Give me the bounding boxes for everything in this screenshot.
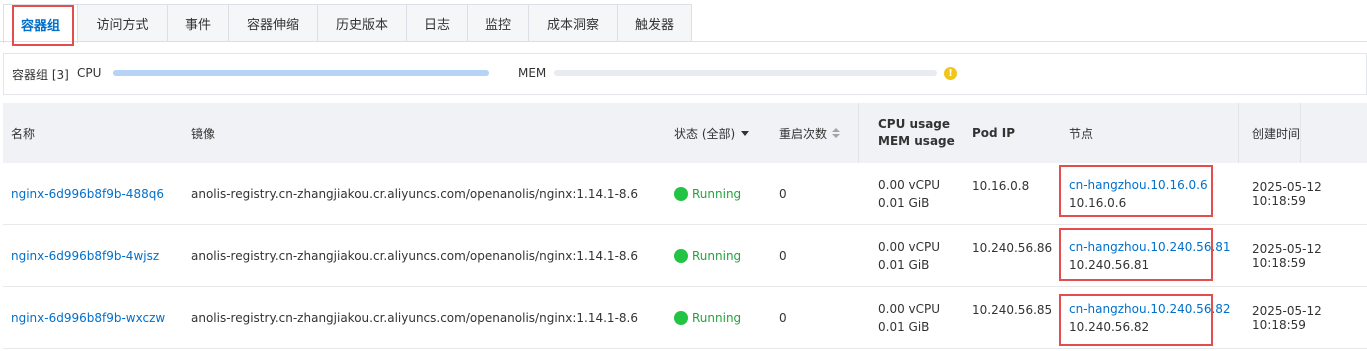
header-restarts-sort[interactable]: 重启次数	[779, 103, 841, 163]
tab-monitoring[interactable]: 监控	[468, 4, 529, 42]
pod-image: anolis-registry.cn-zhangjiakou.cr.aliyun…	[191, 187, 638, 201]
pod-mem-usage: 0.01 GiB	[878, 196, 930, 210]
column-divider	[1300, 103, 1301, 163]
table-header: 名称 镜像 状态 (全部) 重启次数 CPU usage MEM usage P…	[3, 103, 1367, 163]
cpu-label: CPU	[77, 66, 102, 80]
tab-cost-insight[interactable]: 成本洞察	[529, 4, 618, 42]
pods-count-label: 容器组 [3]	[12, 68, 69, 82]
tab-triggers[interactable]: 触发器	[618, 4, 692, 42]
header-status-filter[interactable]: 状态 (全部)	[674, 103, 750, 163]
mem-usage-bar	[554, 70, 937, 76]
pod-created-time: 2025-05-12 10:18:59	[1252, 180, 1322, 208]
tab-history-versions[interactable]: 历史版本	[318, 4, 407, 42]
node-highlight-box	[1059, 165, 1213, 217]
pod-name-link[interactable]: nginx-6d996b8f9b-488q6	[11, 163, 164, 225]
header-created: 创建时间	[1252, 126, 1301, 141]
pod-restarts: 0	[779, 249, 787, 263]
sort-icon	[832, 128, 841, 138]
tab-events[interactable]: 事件	[168, 4, 229, 42]
pod-image: anolis-registry.cn-zhangjiakou.cr.aliyun…	[191, 249, 638, 263]
pod-created-time: 2025-05-12 10:18:59	[1252, 304, 1322, 332]
header-mem-usage: MEM usage	[878, 134, 955, 148]
pod-ip: 10.240.56.85	[972, 303, 1053, 317]
mem-label: MEM	[518, 66, 547, 80]
tab-autoscaling[interactable]: 容器伸缩	[229, 4, 318, 42]
pod-status-text: Running	[692, 187, 742, 201]
pod-status-text: Running	[692, 311, 742, 325]
header-node: 节点	[1069, 126, 1094, 141]
header-usage: CPU usage MEM usage	[878, 103, 955, 163]
header-name: 名称	[11, 126, 36, 141]
pod-status: Running	[674, 163, 741, 225]
pod-ip: 10.16.0.8	[972, 179, 1030, 193]
resource-summary-bar: 容器组 [3] CPU MEM !	[3, 53, 1367, 95]
pod-ip: 10.240.56.86	[972, 241, 1053, 255]
pod-image: anolis-registry.cn-zhangjiakou.cr.aliyun…	[191, 311, 638, 325]
header-image: 镜像	[191, 126, 216, 141]
node-highlight-box	[1059, 294, 1213, 346]
pod-name-link[interactable]: nginx-6d996b8f9b-wxczw	[11, 287, 165, 349]
pod-cpu-usage: 0.00 vCPU	[878, 178, 941, 192]
pod-usage: 0.00 vCPU 0.01 GiB	[878, 225, 940, 287]
running-status-icon	[674, 249, 688, 263]
node-highlight-box	[1059, 228, 1213, 281]
column-divider	[1238, 103, 1239, 163]
active-tab-highlight-box	[12, 5, 74, 46]
column-divider	[858, 103, 859, 163]
running-status-icon	[674, 187, 688, 201]
running-status-icon	[674, 311, 688, 325]
pod-usage: 0.00 vCPU 0.01 GiB	[878, 163, 940, 225]
header-status-label: 状态 (全部)	[674, 126, 736, 141]
tab-logs[interactable]: 日志	[407, 4, 468, 42]
tab-access-method[interactable]: 访问方式	[78, 4, 168, 42]
pod-status: Running	[674, 225, 741, 287]
pod-mem-usage: 0.01 GiB	[878, 258, 930, 272]
pod-mem-usage: 0.01 GiB	[878, 320, 930, 334]
caret-down-icon	[741, 130, 750, 136]
pod-name-link[interactable]: nginx-6d996b8f9b-4wjsz	[11, 225, 159, 287]
pod-cpu-usage: 0.00 vCPU	[878, 302, 941, 316]
cpu-usage-fill	[113, 70, 489, 76]
header-cpu-usage: CPU usage	[878, 117, 951, 131]
tab-bar: 容器组 访问方式 事件 容器伸缩 历史版本 日志 监控 成本洞察 触发器	[0, 0, 1367, 46]
pod-restarts: 0	[779, 311, 787, 325]
header-restarts-label: 重启次数	[779, 126, 828, 141]
cpu-usage-bar	[113, 70, 489, 76]
pod-cpu-usage: 0.00 vCPU	[878, 240, 941, 254]
pod-created-time: 2025-05-12 10:18:59	[1252, 242, 1322, 270]
pod-status-text: Running	[692, 249, 742, 263]
warning-icon[interactable]: !	[944, 67, 957, 80]
tabs-divider	[0, 41, 1367, 42]
header-pod-ip: Pod IP	[972, 126, 1016, 140]
pod-restarts: 0	[779, 187, 787, 201]
pod-usage: 0.00 vCPU 0.01 GiB	[878, 287, 940, 349]
pod-status: Running	[674, 287, 741, 349]
